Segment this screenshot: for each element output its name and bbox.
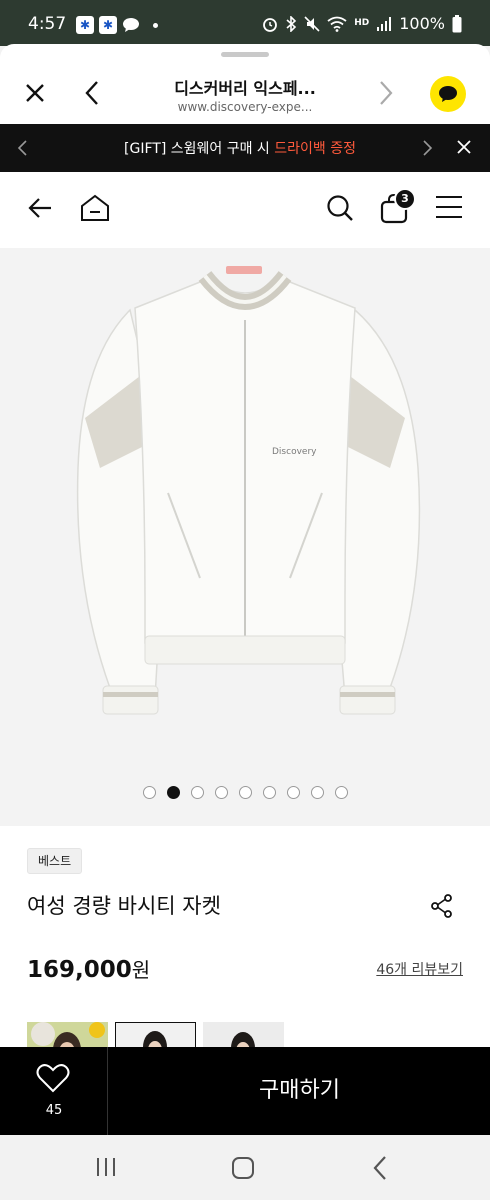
recent-apps-icon[interactable]	[94, 1155, 118, 1179]
more-notifications-dot	[153, 22, 158, 28]
alarm-icon	[263, 17, 278, 32]
arrow-left-icon[interactable]	[26, 194, 54, 222]
reviews-link[interactable]: 46개 리뷰보기	[376, 959, 463, 979]
carousel-dot[interactable]	[142, 786, 156, 799]
browser-sheet: 디스커버리 익스페... www.discovery-expe... [GIFT…	[0, 44, 490, 1135]
bluetooth-icon	[286, 15, 297, 32]
product-price: 169,000원	[27, 954, 150, 983]
status-time: 4:57	[28, 14, 67, 34]
close-icon[interactable]	[24, 82, 46, 104]
kakao-button[interactable]	[430, 76, 466, 112]
promo-text-highlight: 드라이백 증정	[274, 141, 356, 157]
price-unit: 원	[131, 958, 151, 982]
carousel-dot[interactable]	[166, 786, 180, 799]
kakao-talk-icon	[439, 86, 457, 102]
status-right: HD 100%	[262, 14, 462, 33]
share-icon[interactable]	[430, 894, 454, 918]
promo-prev-icon[interactable]	[16, 138, 28, 158]
wifi-icon	[327, 16, 347, 32]
promo-text-main: [GIFT] 스윔웨어 구매 시	[124, 141, 275, 157]
buy-button[interactable]: 구매하기	[109, 1047, 490, 1135]
heart-icon	[36, 1064, 70, 1093]
price-value: 169,000	[27, 957, 132, 983]
home-icon[interactable]	[79, 194, 111, 222]
best-badge: 베스트	[27, 848, 83, 874]
page-url[interactable]: www.discovery-expe...	[100, 100, 390, 114]
mute-icon	[304, 15, 320, 32]
carousel-dot[interactable]	[262, 786, 276, 799]
purchase-bar: 45 구매하기	[0, 1047, 490, 1135]
home-button-icon[interactable]	[230, 1155, 256, 1181]
promo-next-icon[interactable]	[422, 138, 434, 158]
site-header: 3	[0, 172, 490, 248]
system-nav-bar	[0, 1135, 490, 1200]
signal-icon	[377, 16, 392, 31]
carousel-dot[interactable]	[238, 786, 252, 799]
carousel-dot[interactable]	[334, 786, 348, 799]
sheet-drag-handle[interactable]	[221, 52, 269, 57]
page-title: 디스커버리 익스페...	[174, 79, 316, 98]
chevron-left-icon[interactable]	[84, 80, 100, 106]
asterisk-app-icon: ✱	[99, 16, 117, 34]
hd-voice-icon: HD	[354, 18, 370, 28]
product-name: 여성 경량 바시티 자켓	[27, 894, 221, 918]
battery-percent: 100%	[399, 14, 445, 33]
product-logo-text: Discovery	[272, 447, 317, 457]
promo-close-icon[interactable]	[456, 139, 472, 155]
like-count: 45	[45, 1103, 63, 1118]
chevron-right-icon[interactable]	[378, 80, 394, 106]
product-image	[76, 266, 421, 715]
battery-icon	[452, 14, 462, 32]
back-icon[interactable]	[372, 1155, 388, 1181]
status-bar: 4:57 ✱ ✱ HD 100%	[0, 0, 490, 46]
carousel-dot[interactable]	[190, 786, 204, 799]
carousel-dot[interactable]	[214, 786, 228, 799]
carousel-dot[interactable]	[310, 786, 324, 799]
promo-text: [GIFT] 스윔웨어 구매 시 드라이백 증정	[40, 138, 440, 158]
menu-icon[interactable]	[435, 194, 463, 220]
promo-banner[interactable]: [GIFT] 스윔웨어 구매 시 드라이백 증정	[0, 124, 490, 172]
carousel-dots	[0, 786, 490, 799]
browser-bar: 디스커버리 익스페... www.discovery-expe...	[0, 58, 490, 124]
notification-icons: ✱ ✱	[76, 16, 158, 34]
asterisk-app-icon: ✱	[76, 16, 94, 34]
chat-bubble-icon	[123, 18, 139, 32]
product-image-carousel[interactable]: Discovery	[0, 248, 490, 826]
search-icon[interactable]	[326, 194, 354, 222]
like-button[interactable]: 45	[0, 1047, 108, 1135]
carousel-dot[interactable]	[286, 786, 300, 799]
cart-count-badge: 3	[394, 188, 416, 210]
